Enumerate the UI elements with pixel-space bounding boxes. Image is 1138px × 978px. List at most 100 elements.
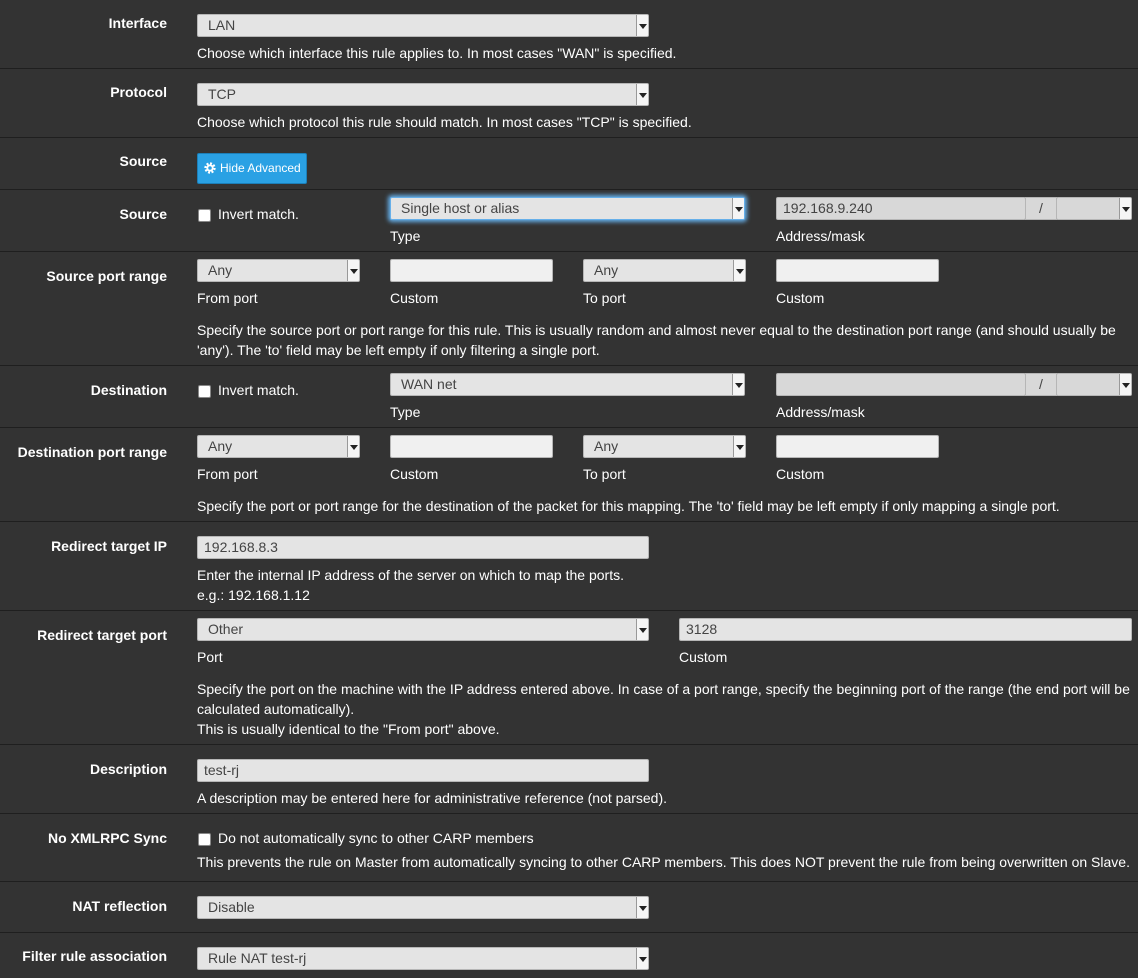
- source-invert-label: Invert match.: [218, 206, 299, 222]
- chevron-down-icon: [733, 260, 745, 281]
- description-value: test-rj: [204, 762, 239, 778]
- filter-rule-label: Filter rule association: [22, 948, 167, 964]
- xmlrpc-checkbox[interactable]: [198, 833, 211, 846]
- redirect-port-caption: Port: [197, 649, 223, 665]
- filter-rule-select[interactable]: Rule NAT test-rj: [197, 947, 649, 970]
- interface-row: Interface LAN Choose which interface thi…: [0, 0, 1138, 69]
- source-label: Source: [119, 206, 167, 222]
- source-port-help-line1: Specify the source port or port range fo…: [197, 322, 1116, 338]
- redirect-port-help-line1: Specify the port on the machine with the…: [197, 681, 1130, 697]
- protocol-value: TCP: [208, 86, 236, 102]
- interface-label: Interface: [108, 15, 167, 31]
- destination-type-select[interactable]: WAN net: [390, 373, 745, 396]
- protocol-help: Choose which protocol this rule should m…: [197, 114, 692, 130]
- source-port-label: Source port range: [46, 268, 167, 284]
- dest-port-to-custom-input[interactable]: [776, 435, 939, 458]
- source-port-from-custom-input[interactable]: [390, 259, 553, 282]
- source-port-to-custom-caption: Custom: [776, 290, 825, 306]
- interface-help: Choose which interface this rule applies…: [197, 45, 677, 61]
- protocol-row: Protocol TCP Choose which protocol this …: [0, 69, 1138, 138]
- chevron-down-icon: [636, 84, 648, 105]
- chevron-down-icon: [733, 436, 745, 457]
- chevron-down-icon: [636, 948, 648, 969]
- hide-advanced-button[interactable]: Hide Advanced: [197, 153, 307, 184]
- chevron-down-icon: [636, 15, 648, 36]
- destination-row: Destination Invert match. WAN net Type /…: [0, 366, 1138, 428]
- chevron-down-icon: [1119, 198, 1131, 219]
- destination-label: Destination: [90, 382, 167, 398]
- dest-port-from-custom-caption: Custom: [390, 466, 439, 482]
- redirect-ip-label: Redirect target IP: [51, 538, 167, 554]
- redirect-port-help-line3: This is usually identical to the "From p…: [197, 721, 500, 737]
- source-invert-checkbox[interactable]: [198, 209, 211, 222]
- nat-reflection-row: NAT reflection Disable: [0, 882, 1138, 933]
- source-advanced-label: Source: [119, 153, 167, 169]
- dest-port-from-custom-input[interactable]: [390, 435, 553, 458]
- chevron-down-icon: [732, 198, 744, 219]
- source-port-from-select[interactable]: Any: [197, 259, 360, 282]
- source-row: Source Invert match. Single host or alia…: [0, 190, 1138, 252]
- source-port-to-caption: To port: [583, 290, 626, 306]
- hide-advanced-label: Hide Advanced: [220, 161, 301, 175]
- destination-address-input[interactable]: [776, 373, 1026, 396]
- source-mask-select[interactable]: [1056, 197, 1132, 220]
- nat-reflection-select[interactable]: Disable: [197, 896, 649, 919]
- source-type-value: Single host or alias: [401, 200, 520, 216]
- source-port-row: Source port range Any From port Custom A…: [0, 252, 1138, 366]
- description-input[interactable]: test-rj: [197, 759, 649, 782]
- source-address-input[interactable]: 192.168.9.240: [776, 197, 1026, 220]
- filter-rule-value: Rule NAT test-rj: [208, 950, 307, 966]
- redirect-port-help-line2: calculated automatically).: [197, 701, 355, 717]
- redirect-port-select[interactable]: Other: [197, 618, 649, 641]
- destination-invert-label: Invert match.: [218, 382, 299, 398]
- destination-address-caption: Address/mask: [776, 404, 865, 420]
- description-help: A description may be entered here for ad…: [197, 790, 668, 806]
- chevron-down-icon: [347, 436, 359, 457]
- source-mask-slash: /: [1025, 197, 1057, 220]
- dest-port-label: Destination port range: [17, 444, 167, 460]
- source-address-caption: Address/mask: [776, 228, 865, 244]
- nat-reflection-label: NAT reflection: [72, 898, 167, 914]
- protocol-select[interactable]: TCP: [197, 83, 649, 106]
- gear-icon: [204, 162, 216, 174]
- destination-mask-select[interactable]: [1056, 373, 1132, 396]
- source-address-value: 192.168.9.240: [783, 200, 873, 216]
- chevron-down-icon: [636, 619, 648, 640]
- interface-select[interactable]: LAN: [197, 14, 649, 37]
- redirect-port-custom-input[interactable]: 3128: [679, 618, 1132, 641]
- xmlrpc-row: No XMLRPC Sync Do not automatically sync…: [0, 814, 1138, 882]
- description-row: Description test-rj A description may be…: [0, 745, 1138, 814]
- xmlrpc-checkbox-label: Do not automatically sync to other CARP …: [218, 830, 534, 846]
- dest-port-to-caption: To port: [583, 466, 626, 482]
- dest-port-to-value: Any: [594, 438, 619, 454]
- redirect-ip-row: Redirect target IP 192.168.8.3 Enter the…: [0, 522, 1138, 611]
- dest-port-help: Specify the port or port range for the d…: [197, 498, 1060, 514]
- source-advanced-row: Source Hide Advanced: [0, 138, 1138, 190]
- destination-mask-slash: /: [1025, 373, 1057, 396]
- chevron-down-icon: [1119, 374, 1131, 395]
- destination-type-value: WAN net: [401, 376, 457, 392]
- redirect-ip-help-line2: e.g.: 192.168.1.12: [197, 587, 310, 603]
- redirect-ip-help-line1: Enter the internal IP address of the ser…: [197, 567, 624, 583]
- source-port-to-custom-input[interactable]: [776, 259, 939, 282]
- interface-value: LAN: [208, 17, 236, 33]
- protocol-label: Protocol: [110, 84, 167, 100]
- source-type-select[interactable]: Single host or alias: [390, 197, 745, 220]
- redirect-port-row: Redirect target port Other Port 3128 Cus…: [0, 611, 1138, 745]
- source-port-from-value: Any: [208, 262, 233, 278]
- source-port-from-caption: From port: [197, 290, 258, 306]
- redirect-ip-input[interactable]: 192.168.8.3: [197, 536, 649, 559]
- dest-port-to-custom-caption: Custom: [776, 466, 825, 482]
- chevron-down-icon: [347, 260, 359, 281]
- source-port-to-value: Any: [594, 262, 619, 278]
- xmlrpc-help: This prevents the rule on Master from au…: [197, 854, 1130, 870]
- redirect-port-value: Other: [208, 621, 244, 637]
- chevron-down-icon: [636, 897, 648, 918]
- redirect-port-custom-caption: Custom: [679, 649, 728, 665]
- destination-invert-checkbox[interactable]: [198, 385, 211, 398]
- redirect-port-label: Redirect target port: [37, 627, 167, 643]
- filter-rule-row: Filter rule association Rule NAT test-rj: [0, 933, 1138, 978]
- source-port-to-select[interactable]: Any: [583, 259, 746, 282]
- dest-port-to-select[interactable]: Any: [583, 435, 746, 458]
- dest-port-from-select[interactable]: Any: [197, 435, 360, 458]
